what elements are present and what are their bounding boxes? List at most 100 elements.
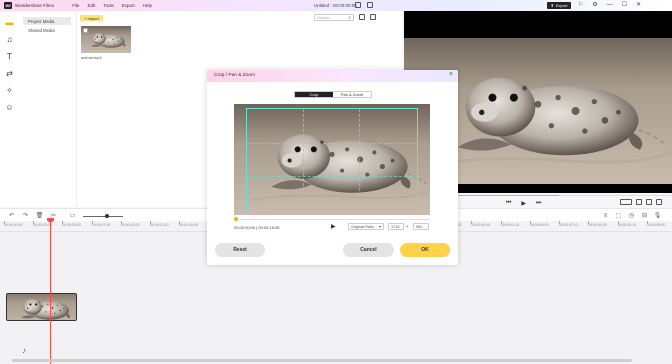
- ruler-tick-label: 00:00:15:00: [179, 221, 198, 227]
- reset-button[interactable]: Reset: [215, 243, 265, 257]
- sticker-icon[interactable]: ☺: [5, 103, 14, 112]
- project-media-item[interactable]: Project Media: [23, 17, 71, 25]
- ok-button[interactable]: OK: [400, 243, 450, 257]
- menu-file[interactable]: File: [72, 3, 79, 8]
- export-button[interactable]: ⬆ Export: [547, 2, 571, 9]
- ruler-tick-label: 00:00:10:00: [120, 221, 140, 227]
- dialog-title: Crop / Pan & Zoom: [214, 73, 256, 78]
- volume-icon[interactable]: [646, 199, 652, 205]
- menu-help[interactable]: Help: [143, 3, 152, 8]
- cancel-button[interactable]: Cancel: [343, 243, 394, 257]
- app-name: Wondershare Filmo: [15, 3, 55, 8]
- crop-handle-bottom-left[interactable]: [246, 206, 252, 212]
- media-filename: animal.mp4: [81, 55, 102, 60]
- fit-timeline-icon[interactable]: ▭: [69, 212, 76, 219]
- grid-view-icon[interactable]: [370, 14, 376, 20]
- split-icon[interactable]: ✂: [50, 212, 57, 219]
- search-input[interactable]: Search ⌕: [314, 14, 354, 21]
- redo-icon[interactable]: ↷: [22, 212, 29, 219]
- preview-tools: [620, 199, 662, 205]
- crop-frame[interactable]: [246, 108, 418, 212]
- document-title: Untitled : 00:00:00:05: [314, 3, 357, 8]
- minimize-icon[interactable]: —: [607, 2, 613, 9]
- menu-export[interactable]: Export: [122, 3, 135, 8]
- shared-media-item[interactable]: Shared Media: [23, 26, 71, 34]
- delete-icon[interactable]: 🗑: [36, 212, 44, 219]
- import-button[interactable]: + Import: [80, 15, 103, 21]
- clip-thumbnail: [7, 294, 76, 320]
- play-icon[interactable]: ▶: [521, 200, 526, 207]
- filter-icon[interactable]: [359, 14, 365, 20]
- menu-edit[interactable]: Edit: [87, 3, 95, 8]
- ruler-tick-label: 00:00:52:10: [617, 221, 637, 227]
- effects-icon[interactable]: ✧: [5, 86, 14, 95]
- crop-handle-top-right[interactable]: [412, 108, 418, 114]
- ruler-tick-label: 00:00:50:00: [588, 221, 607, 227]
- media-folder-icon[interactable]: ▬: [5, 18, 14, 27]
- zoom-slider-knob[interactable]: [105, 214, 109, 218]
- maximize-icon[interactable]: ☐: [622, 2, 627, 9]
- play-icon[interactable]: ▶: [331, 223, 336, 230]
- previous-frame-icon[interactable]: ⏮: [506, 200, 511, 207]
- crop-icon[interactable]: ⬚: [615, 212, 622, 219]
- menu-bar: File Edit Tools Export Help: [72, 3, 152, 8]
- settings-icon[interactable]: ≡: [602, 212, 609, 219]
- cloud-icon[interactable]: [355, 2, 361, 8]
- notification-icon[interactable]: ⚐: [578, 2, 583, 9]
- aspect-ratio-select[interactable]: Original Ratio ▾: [348, 223, 384, 230]
- ruler-tick-label: 00:00:45:00: [529, 221, 549, 227]
- plus-icon: +: [84, 15, 87, 21]
- crop-grid-line: [359, 109, 361, 211]
- crop-pan-zoom-dialog: Crop / Pan & Zoom × Crop Pan & Zoom 00:0…: [207, 70, 458, 265]
- zoom-slider[interactable]: [83, 216, 123, 217]
- crop-handle-top-left[interactable]: [246, 108, 252, 114]
- video-clip[interactable]: [6, 293, 77, 321]
- music-icon[interactable]: ♫: [5, 35, 14, 44]
- layout-icon[interactable]: [367, 2, 373, 8]
- undo-icon[interactable]: ↶: [8, 212, 15, 219]
- timeline-scrollbar[interactable]: [12, 359, 632, 362]
- tab-pan-zoom[interactable]: Pan & Zoom: [333, 92, 371, 97]
- ruler-tick-label: 00:00:40:00: [471, 221, 490, 227]
- search-placeholder: Search: [317, 15, 330, 20]
- marker-icon[interactable]: ⊟: [641, 212, 648, 219]
- crop-handle-bottom-right[interactable]: [412, 206, 418, 212]
- chevron-down-icon: ▾: [378, 224, 381, 229]
- crop-grid-line: [303, 109, 305, 211]
- ruler-tick-label: 00:00:55:00: [646, 221, 666, 227]
- menu-tools[interactable]: Tools: [103, 3, 114, 8]
- tab-crop[interactable]: Crop: [295, 92, 333, 97]
- select-checkbox[interactable]: [83, 28, 88, 33]
- fullscreen-icon[interactable]: [656, 199, 662, 205]
- dialog-scrub-knob[interactable]: [234, 217, 238, 221]
- ruler-tick-label: 00:00:47:10: [559, 221, 578, 227]
- transition-icon[interactable]: ⇄: [5, 69, 14, 78]
- crop-height-field[interactable]: 960: [413, 223, 429, 230]
- snapshot-icon[interactable]: [636, 199, 642, 205]
- text-icon[interactable]: T: [5, 52, 14, 61]
- mode-tabs: Crop Pan & Zoom: [294, 91, 372, 98]
- left-rail: ▬ ♫ T ⇄ ✧ ☺: [0, 11, 20, 207]
- crop-grid-line: [247, 176, 417, 178]
- next-frame-icon[interactable]: ⏭: [536, 200, 541, 207]
- crop-width-field[interactable]: 1716: [388, 223, 404, 230]
- media-thumbnail[interactable]: [81, 26, 131, 53]
- export-label: Export: [555, 3, 568, 8]
- library-view-icons: [359, 14, 376, 20]
- dialog-header: Crop / Pan & Zoom ×: [207, 70, 458, 82]
- settings-icon[interactable]: ⚙: [592, 2, 597, 9]
- dialog-timecode: 00:00:00:00 | 00:00:15:05: [234, 225, 280, 230]
- dialog-scrub-bar[interactable]: [235, 219, 430, 220]
- ruler-tick-label: 00:00:03:20: [33, 221, 52, 227]
- speed-icon[interactable]: ◷: [628, 212, 635, 219]
- ruler-tick-label: 00:00:05:00: [62, 221, 81, 227]
- close-icon[interactable]: ×: [449, 71, 453, 78]
- quality-icon[interactable]: [620, 199, 632, 205]
- playhead[interactable]: [50, 219, 51, 364]
- import-label: Import: [87, 15, 99, 21]
- music-track-icon: ♪: [22, 346, 26, 355]
- title-bar: Wf Wondershare Filmo File Edit Tools Exp…: [0, 0, 672, 11]
- close-icon[interactable]: ✕: [636, 2, 641, 9]
- mic-icon[interactable]: 🎙: [654, 212, 662, 219]
- window-controls: ⚐ ⚙ — ☐ ✕: [578, 2, 641, 9]
